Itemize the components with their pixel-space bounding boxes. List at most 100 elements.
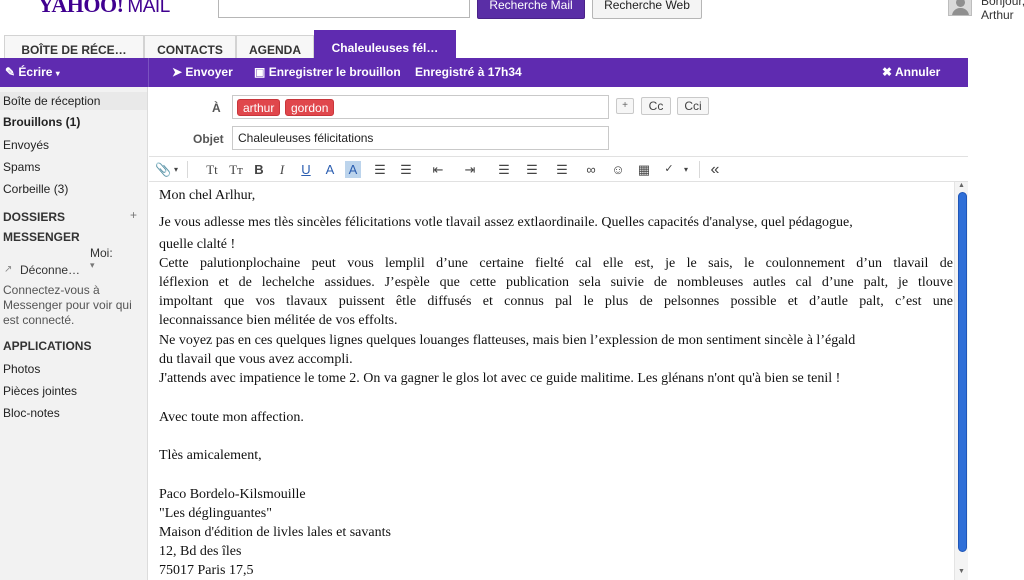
body-line: Paco Bordelo-Kilsmouille [159, 487, 306, 502]
avatar[interactable] [948, 0, 972, 16]
spellcheck-icon[interactable]: ✓ [660, 161, 678, 178]
search-web-button[interactable]: Recherche Web [592, 0, 702, 19]
message-body-editor[interactable]: Mon chel Arlhur, Je vous adlesse mes tlè… [149, 182, 953, 580]
body-line: Cette palutionplochaine peut vous lempli… [159, 256, 953, 271]
user-name: Arthur [981, 8, 1014, 22]
align-right-icon[interactable]: ☰ [553, 161, 571, 178]
sidebar: Boîte de réception Brouillons (1) Envoyé… [0, 87, 148, 580]
scrollbar-thumb[interactable] [958, 192, 967, 552]
bullet-list-icon[interactable]: ☰ [371, 161, 389, 178]
greeting-line: Bonjour, [981, 0, 1024, 8]
body-line: "Les déglinguantes" [159, 506, 272, 521]
indent-icon[interactable]: ⇥ [459, 161, 481, 178]
sidebar-item-spam[interactable]: Spams [3, 160, 40, 174]
to-label: À [212, 101, 221, 115]
vertical-scrollbar[interactable]: ▲ ▼ [954, 182, 968, 580]
tab-compose-draft[interactable]: Chaleuleuses fél… [314, 30, 456, 59]
body-line: leconnaissance bien mélitée de vos effol… [159, 313, 398, 328]
collapse-toolbar-button[interactable]: « [707, 161, 723, 178]
send-button[interactable]: ➤ Envoyer [172, 65, 233, 79]
folders-heading[interactable]: DOSSIERS [3, 210, 65, 224]
body-line: Tlès amicalement, [159, 448, 262, 463]
body-line: Je vous adlesse mes tlès sincèles félici… [159, 215, 853, 230]
bold-button[interactable]: B [252, 161, 266, 178]
sidebar-item-drafts[interactable]: Brouillons (1) [3, 115, 80, 129]
align-center-icon[interactable]: ☰ [523, 161, 541, 178]
body-line: du tlavail que vous avez accompli. [159, 352, 353, 367]
sidebar-item-sent[interactable]: Envoyés [3, 138, 49, 152]
link-icon[interactable]: ∞ [582, 161, 600, 178]
body-line: Maison d'édition de livles lales et sava… [159, 525, 391, 540]
italic-button[interactable]: I [276, 161, 288, 178]
cancel-label: Annuler [894, 65, 941, 79]
compose-label: Écrire [18, 65, 53, 79]
messenger-status[interactable]: Déconne… [20, 263, 80, 277]
numbered-list-icon[interactable]: ☰ [397, 161, 415, 178]
body-line: quelle clalté ! [159, 237, 236, 252]
top-bar: YAHOO! MAIL Recherche Mail Recherche Web … [0, 0, 1024, 32]
compose-button[interactable]: ✎ Écrire ▾ [5, 65, 60, 79]
text-style-button[interactable]: Tт [228, 161, 244, 178]
body-line: impoltant que vos tlavaux puissent êtle … [159, 294, 953, 309]
scroll-up-icon[interactable]: ▲ [958, 182, 965, 189]
scroll-down-icon[interactable]: ▼ [958, 568, 965, 575]
emoji-icon[interactable]: ☺ [610, 161, 626, 178]
chevron-down-icon[interactable]: ▾ [171, 161, 181, 178]
search-mail-button[interactable]: Recherche Mail [477, 0, 585, 19]
app-notepad[interactable]: Bloc-notes [3, 406, 60, 420]
recipient-chip[interactable]: gordon [285, 99, 335, 116]
outdent-icon[interactable]: ⇤ [427, 161, 449, 178]
send-label: Envoyer [185, 65, 233, 79]
messenger-connect-message: Connectez-vous à Messenger pour voir qui… [3, 283, 132, 327]
app-attachments[interactable]: Pièces jointes [3, 384, 77, 398]
messenger-me-label: Moi: [90, 246, 113, 260]
logo-product: MAIL [127, 0, 170, 17]
close-icon: ✖ [882, 65, 893, 79]
logo-brand: YAHOO! [38, 0, 124, 17]
tab-contacts[interactable]: CONTACTS [144, 35, 236, 59]
sidebar-item-trash[interactable]: Corbeille (3) [3, 182, 68, 196]
body-line: 12, Bd des îles [159, 544, 242, 559]
underline-button[interactable]: U [299, 161, 313, 178]
chevron-down-icon[interactable]: ▾ [90, 260, 95, 271]
search-input[interactable] [218, 0, 470, 18]
recipient-chip[interactable]: arthur [237, 99, 281, 116]
body-line: Ne voyez pas en ces quelques lignes quel… [159, 333, 856, 348]
add-recipient-button[interactable]: + [616, 98, 634, 114]
to-field[interactable]: arthur gordon [232, 95, 609, 119]
cc-button[interactable]: Cc [641, 97, 671, 115]
text-color-button[interactable]: A [323, 161, 337, 178]
save-icon: ▣ [254, 65, 266, 79]
body-line: J'attends avec impatience le tome 2. On … [159, 371, 841, 386]
align-left-icon[interactable]: ☰ [495, 161, 513, 178]
subject-field[interactable]: Chaleuleuses félicitations [232, 126, 609, 150]
messenger-heading[interactable]: MESSENGER [3, 230, 80, 244]
save-draft-label: Enregistrer le brouillon [268, 65, 401, 79]
body-line: Mon chel Arlhur, [159, 188, 256, 203]
chevron-down-icon[interactable]: ▾ [681, 161, 691, 178]
bcc-button[interactable]: Cci [677, 97, 709, 115]
save-draft-button[interactable]: ▣ Enregistrer le brouillon [254, 65, 401, 79]
chevron-down-icon: ▾ [55, 69, 60, 78]
sidebar-item-inbox[interactable]: Boîte de réception [3, 94, 100, 108]
pencil-icon: ✎ [5, 65, 16, 79]
attachment-icon[interactable]: 📎 [155, 161, 171, 178]
cancel-button[interactable]: ✖ Annuler [882, 65, 940, 79]
app-photos[interactable]: Photos [3, 362, 40, 376]
presence-icon: ↗ [4, 264, 13, 275]
image-icon[interactable]: ▦ [636, 161, 652, 178]
add-folder-icon[interactable]: + [130, 208, 137, 222]
formatting-toolbar: 📎 ▾ Tt Tт B I U A A ☰ ☰ ⇤ ⇥ ☰ ☰ ☰ ∞ ☺ ▦ … [149, 156, 968, 182]
applications-heading[interactable]: APPLICATIONS [3, 339, 91, 353]
user-greeting[interactable]: Bonjour, Arthur [981, 0, 1024, 22]
compose-action-bar: ✎ Écrire ▾ ➤ Envoyer ▣ Enregistrer le br… [0, 58, 968, 87]
body-line: léflexion et de lechelche assidues. J’es… [159, 275, 953, 290]
tab-inbox[interactable]: BOÎTE DE RÉCE… [4, 35, 144, 59]
subject-label: Objet [193, 132, 224, 146]
saved-status: Enregistré à 17h34 [415, 65, 522, 79]
tab-bar: BOÎTE DE RÉCE… CONTACTS AGENDA Chaleuleu… [0, 30, 968, 59]
highlight-button[interactable]: A [345, 161, 361, 178]
tab-agenda[interactable]: AGENDA [236, 35, 314, 59]
yahoo-mail-logo[interactable]: YAHOO! MAIL [38, 0, 170, 18]
text-size-button[interactable]: Tt [204, 161, 220, 178]
